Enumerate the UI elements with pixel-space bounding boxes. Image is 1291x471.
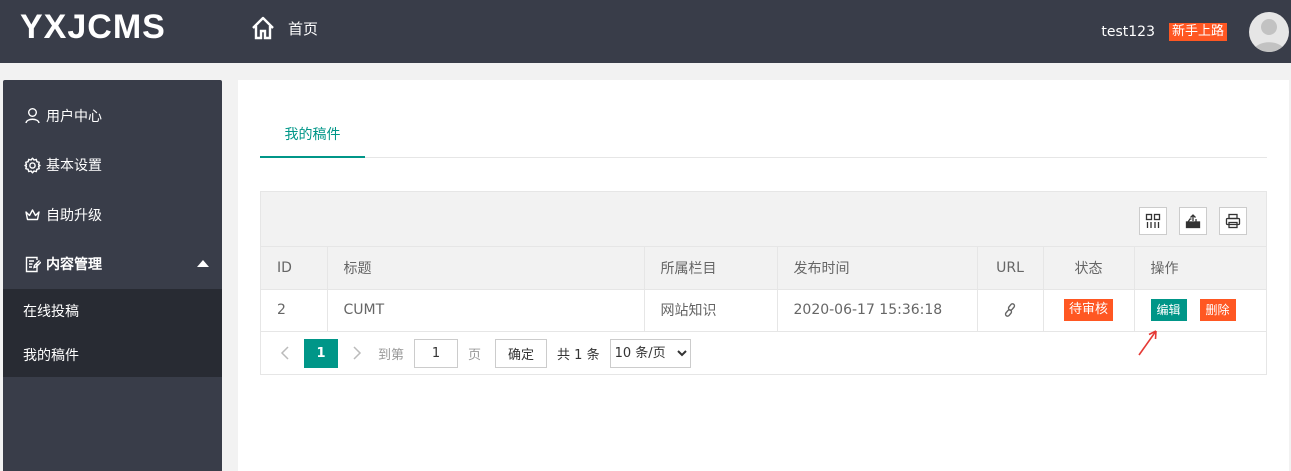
sidebar-item-label: 基本设置 <box>46 158 102 175</box>
sidebar: 用户中心 基本设置 自助升级 内容管理 在线投稿 我的稿件 <box>3 80 222 471</box>
status-badge: 待审核 <box>1063 299 1113 321</box>
page-unit-label: 页 <box>468 347 482 363</box>
delete-button[interactable]: 删除 <box>1199 299 1236 321</box>
home-label: 首页 <box>288 19 319 38</box>
column-header-actions[interactable]: 操作 <box>1134 247 1266 290</box>
column-header-status[interactable]: 状态 <box>1043 247 1135 290</box>
page-number-current[interactable]: 1 <box>304 338 338 368</box>
avatar-icon <box>1253 18 1285 52</box>
cell-status: 待审核 <box>1043 289 1135 332</box>
print-icon <box>1225 213 1241 229</box>
columns-button[interactable] <box>1139 207 1167 235</box>
cell-id: 2 <box>261 289 328 332</box>
sidebar-item-self-upgrade[interactable]: 自助升级 <box>3 190 222 240</box>
prev-page-icon[interactable] <box>278 343 292 363</box>
document-edit-icon <box>25 256 41 272</box>
home-icon <box>252 16 274 40</box>
table-row: 2 CUMT 网站知识 2020-06-17 15:36:18 待审核 编辑 删… <box>261 289 1266 332</box>
column-header-time[interactable]: 发布时间 <box>777 247 978 290</box>
next-page-icon[interactable] <box>350 343 364 363</box>
print-button[interactable] <box>1219 207 1247 235</box>
link-icon[interactable] <box>1002 302 1018 318</box>
sidebar-item-label: 自助升级 <box>46 207 102 224</box>
main-panel: 我的稿件 ID 标题 所属栏目 发布时间 URL 状态 操作 2 CUMT 网站… <box>238 80 1289 471</box>
sidebar-subitem-online-submit[interactable]: 在线投稿 <box>3 289 222 333</box>
user-icon <box>25 108 40 124</box>
page-number-input[interactable] <box>414 338 459 368</box>
cell-actions: 编辑 删除 <box>1134 289 1266 332</box>
table-toolbar <box>261 192 1266 247</box>
cell-url <box>977 289 1044 332</box>
edit-button[interactable]: 编辑 <box>1150 299 1187 321</box>
caret-up-icon <box>197 260 209 268</box>
manuscripts-table: ID 标题 所属栏目 发布时间 URL 状态 操作 2 CUMT 网站知识 20… <box>261 247 1266 332</box>
total-count: 共 1 条 <box>557 347 600 363</box>
avatar[interactable] <box>1249 11 1289 52</box>
user-level-badge: 新手上路 <box>1168 22 1227 41</box>
confirm-page-button[interactable]: 确定 <box>495 338 548 368</box>
columns-icon <box>1145 213 1161 228</box>
cell-title: CUMT <box>327 289 645 332</box>
sidebar-item-basic-settings[interactable]: 基本设置 <box>3 141 222 191</box>
column-header-url[interactable]: URL <box>977 247 1044 290</box>
column-header-id[interactable]: ID <box>261 247 328 290</box>
top-header: YXJCMS 首页 test123 新手上路 <box>0 0 1291 63</box>
sidebar-item-user-center[interactable]: 用户中心 <box>3 91 222 141</box>
goto-label: 到第 <box>378 347 405 363</box>
cell-time: 2020-06-17 15:36:18 <box>777 289 978 332</box>
sidebar-item-content-management[interactable]: 内容管理 <box>3 240 222 290</box>
column-header-title[interactable]: 标题 <box>327 247 645 290</box>
tab-my-manuscripts[interactable]: 我的稿件 <box>260 116 365 158</box>
site-logo[interactable]: YXJCMS <box>20 8 166 47</box>
username[interactable]: test123 <box>1101 24 1155 40</box>
home-link[interactable]: 首页 <box>250 15 318 41</box>
crown-icon <box>25 209 40 221</box>
column-header-category[interactable]: 所属栏目 <box>644 247 778 290</box>
export-button[interactable] <box>1179 207 1207 235</box>
cell-category: 网站知识 <box>644 289 778 332</box>
table-header-row: ID 标题 所属栏目 发布时间 URL 状态 操作 <box>261 247 1266 290</box>
annotation-arrow-icon <box>1138 330 1157 356</box>
tab-bar: 我的稿件 <box>260 116 1267 158</box>
per-page-select[interactable]: 10 条/页 <box>609 338 691 368</box>
sidebar-item-label: 用户中心 <box>46 108 102 125</box>
sidebar-submenu: 在线投稿 我的稿件 <box>3 289 222 377</box>
sidebar-item-label: 内容管理 <box>46 257 102 274</box>
export-icon <box>1185 214 1201 229</box>
sidebar-subitem-my-manuscripts[interactable]: 我的稿件 <box>3 333 222 377</box>
gear-icon <box>24 157 41 174</box>
data-table-container: ID 标题 所属栏目 发布时间 URL 状态 操作 2 CUMT 网站知识 20… <box>260 191 1267 375</box>
pagination: 1 到第 页 确定 共 1 条 10 条/页 <box>261 331 1266 375</box>
user-area: test123 新手上路 <box>1101 0 1291 63</box>
